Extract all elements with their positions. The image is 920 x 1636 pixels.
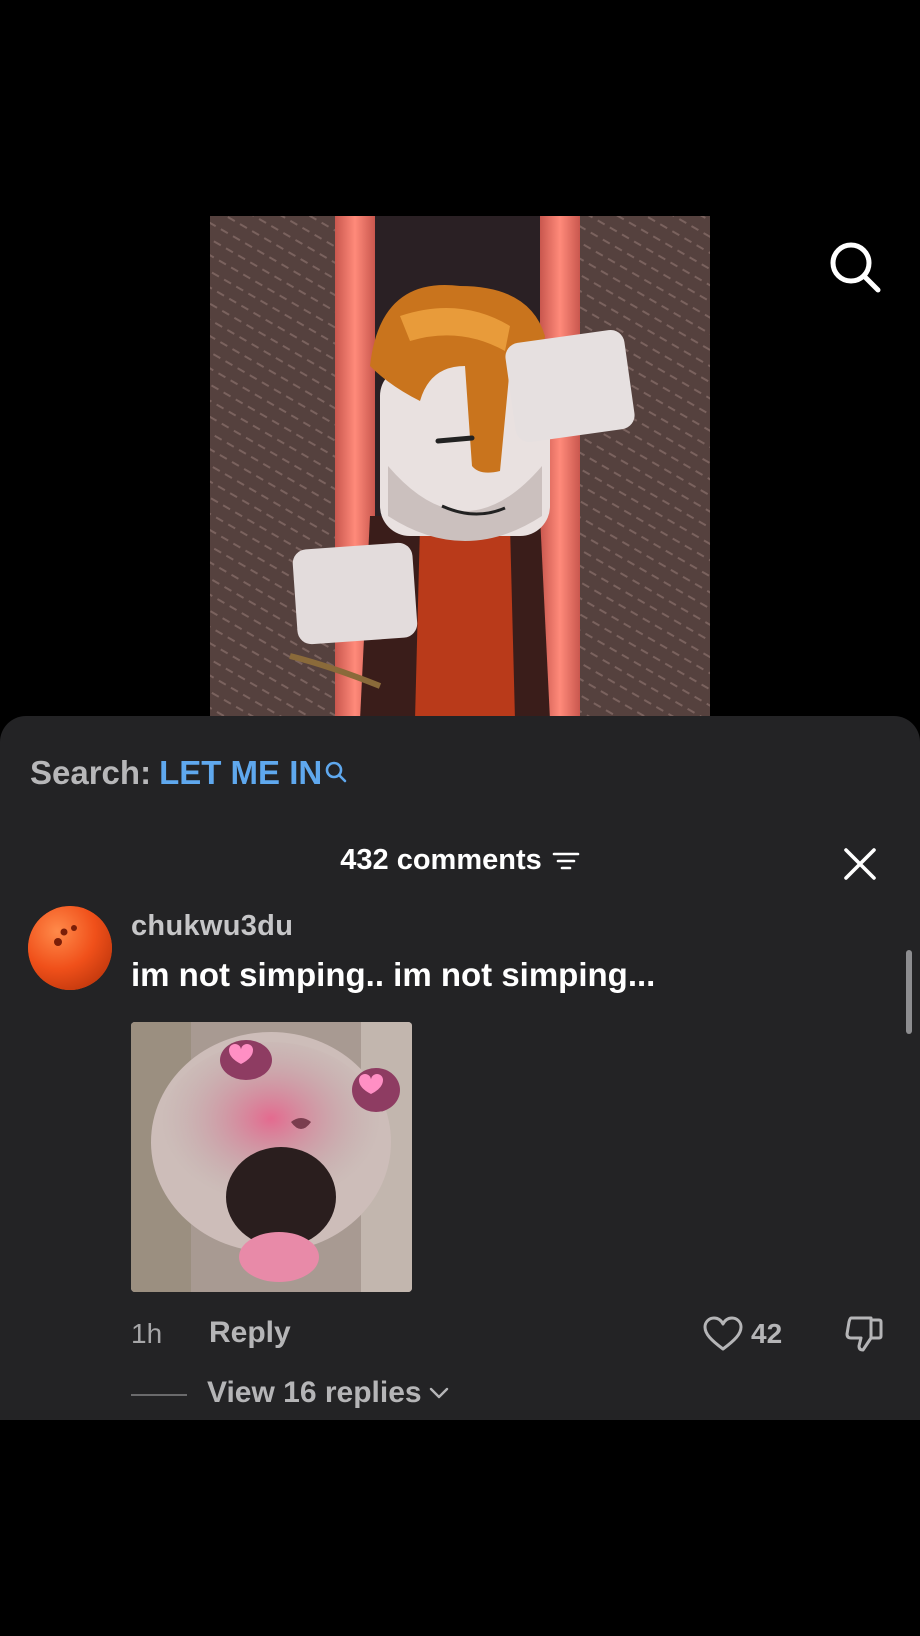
replies-divider <box>131 1394 187 1396</box>
view-replies-label: View 16 replies <box>207 1376 422 1409</box>
view-replies: View 16 replies <box>131 1374 631 1414</box>
dislike-button[interactable] <box>843 1314 887 1354</box>
view-replies-button[interactable]: View 16 replies <box>207 1376 450 1410</box>
comment-text: im not simping.. im not simping... <box>131 956 656 993</box>
search-button[interactable] <box>826 238 884 296</box>
like-button[interactable]: 42 <box>703 1314 782 1354</box>
heart-outline-icon <box>703 1316 743 1351</box>
reply-button[interactable]: Reply <box>209 1316 291 1350</box>
thumbs-down-icon <box>845 1316 883 1352</box>
search-icon <box>830 242 881 293</box>
close-button[interactable] <box>840 844 880 884</box>
comment-image[interactable] <box>131 1022 412 1292</box>
search-suggestion-label: Search: <box>30 754 152 791</box>
filter-lines-icon <box>552 852 580 869</box>
video-player[interactable] <box>0 0 920 720</box>
comments-sheet: Search: LET ME IN 432 comments chukwu3du… <box>0 716 920 1420</box>
like-count: 42 <box>751 1318 783 1349</box>
video-thumbnail[interactable] <box>210 216 710 720</box>
sort-comments-button[interactable]: 432 comments <box>340 844 580 877</box>
comment-item: chukwu3du im not simping.. im not simpin… <box>0 906 920 1426</box>
search-suggestion-term[interactable]: LET ME IN <box>159 754 322 791</box>
search-icon <box>324 754 348 792</box>
chevron-down-icon <box>429 1387 448 1399</box>
comment-username[interactable]: chukwu3du <box>131 910 293 943</box>
comments-count: 432 comments <box>340 844 542 876</box>
comments-header: 432 comments <box>0 844 920 877</box>
bottom-area <box>0 1420 920 1636</box>
close-icon <box>844 848 876 880</box>
comment-meta: 1h Reply 42 <box>131 1314 911 1354</box>
search-suggestion[interactable]: Search: LET ME IN <box>30 754 348 792</box>
avatar[interactable] <box>28 906 112 990</box>
comment-timestamp: 1h <box>131 1318 163 1349</box>
